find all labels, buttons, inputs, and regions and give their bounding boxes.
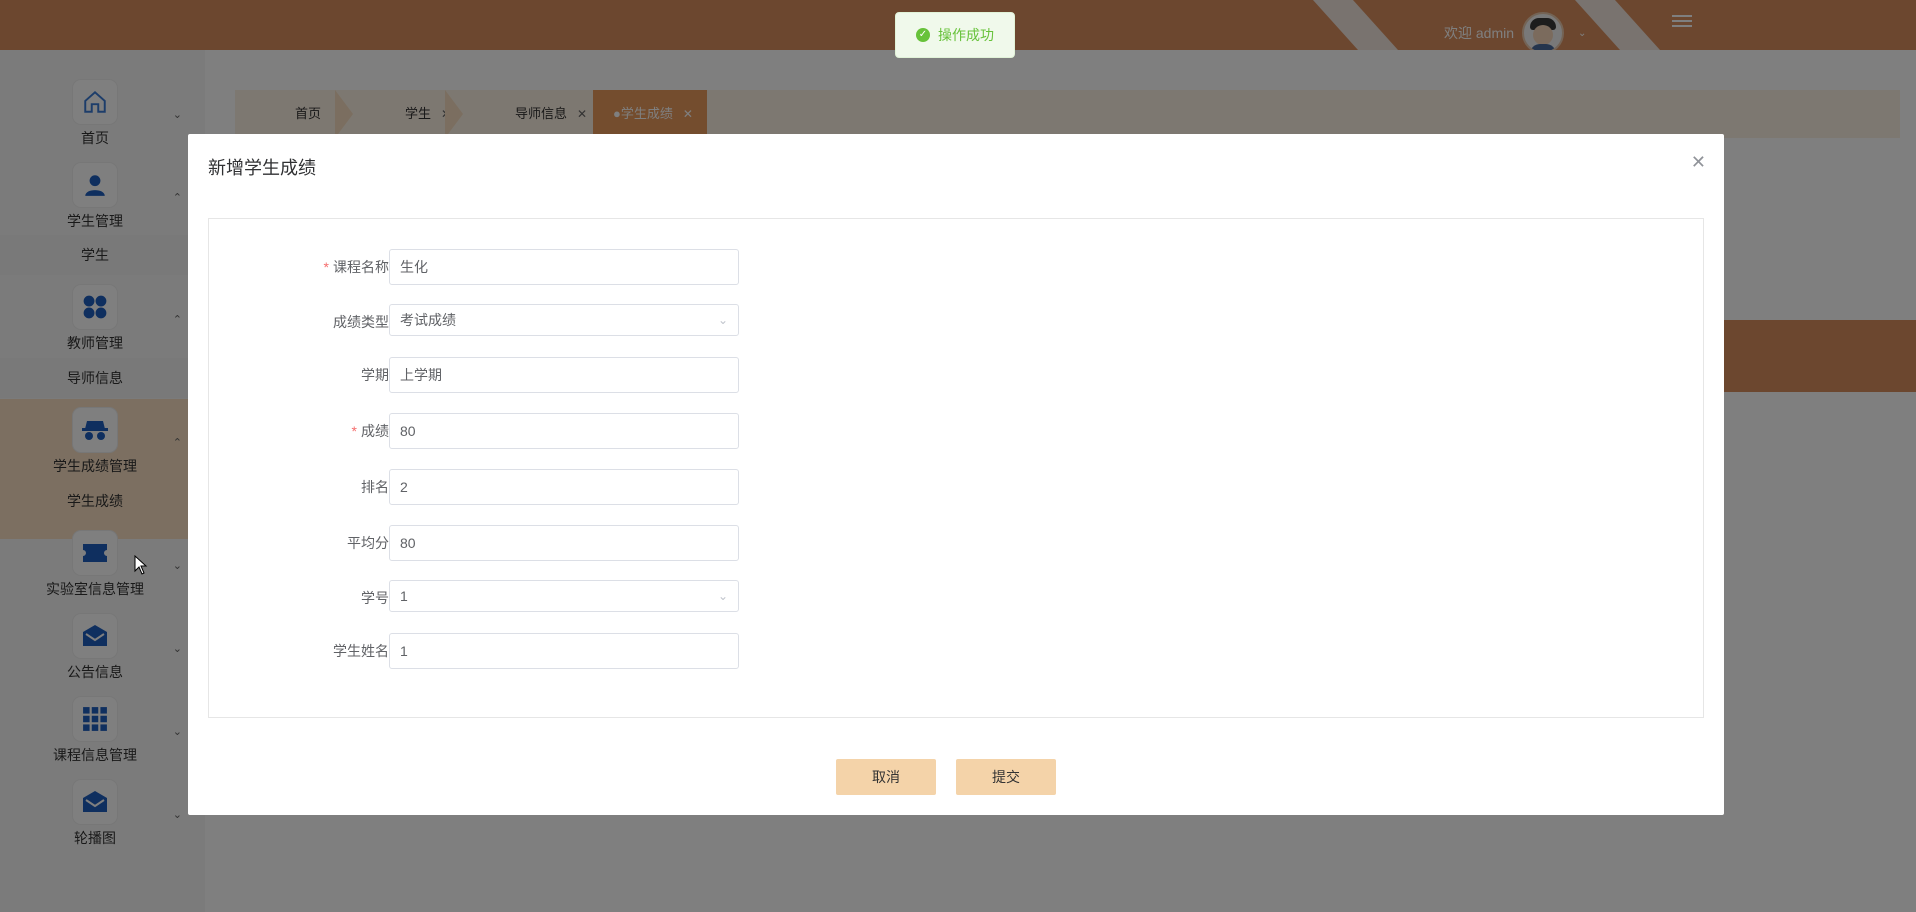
student-id-select[interactable]: 1 ⌄ — [389, 580, 739, 612]
field-label: * 成绩 — [351, 423, 389, 439]
form-row-student-name: 学生姓名 1 — [209, 633, 809, 669]
course-name-input[interactable]: 生化 — [389, 249, 739, 285]
rank-input[interactable]: 2 — [389, 469, 739, 505]
form-row-grade-type: 成绩类型 考试成绩 ⌄ — [209, 304, 809, 340]
field-label: 平均分 — [347, 535, 389, 551]
field-label: 成绩类型 — [333, 314, 389, 330]
form-row-course-name: * 课程名称 生化 — [209, 249, 809, 285]
average-score-input[interactable]: 80 — [389, 525, 739, 561]
form-row-average: 平均分 80 — [209, 525, 809, 561]
student-name-input[interactable]: 1 — [389, 633, 739, 669]
mouse-cursor-icon — [134, 555, 148, 575]
success-toast: ✓ 操作成功 — [895, 12, 1015, 58]
field-label: 学生姓名 — [333, 643, 389, 659]
add-grade-dialog: 新增学生成绩 ✕ * 课程名称 生化 成绩类型 考试成绩 ⌄ 学期 上学期 * 成绩… — [188, 134, 1724, 815]
dialog-title: 新增学生成绩 — [208, 158, 316, 178]
form-row-semester: 学期 上学期 — [209, 357, 809, 393]
form-row-score: * 成绩 80 — [209, 413, 809, 449]
submit-button[interactable]: 提交 — [956, 759, 1056, 795]
field-label: * 课程名称 — [323, 259, 389, 275]
grade-type-value: 考试成绩 — [400, 312, 456, 328]
student-id-value: 1 — [400, 588, 408, 604]
semester-input[interactable]: 上学期 — [389, 357, 739, 393]
grade-type-select[interactable]: 考试成绩 ⌄ — [389, 304, 739, 336]
toast-message: 操作成功 — [938, 27, 994, 43]
field-label: 排名 — [361, 479, 389, 495]
form-row-rank: 排名 2 — [209, 469, 809, 505]
field-label: 学期 — [361, 367, 389, 383]
close-icon[interactable]: ✕ — [1691, 152, 1706, 173]
chevron-down-icon: ⌄ — [717, 589, 728, 603]
score-input[interactable]: 80 — [389, 413, 739, 449]
field-label: 学号 — [361, 590, 389, 606]
check-circle-icon: ✓ — [916, 28, 930, 42]
form-row-student-id: 学号 1 ⌄ — [209, 580, 809, 616]
cancel-button[interactable]: 取消 — [836, 759, 936, 795]
grade-form: * 课程名称 生化 成绩类型 考试成绩 ⌄ 学期 上学期 * 成绩 80 排名 2 … — [208, 218, 1704, 718]
chevron-down-icon: ⌄ — [717, 313, 728, 327]
